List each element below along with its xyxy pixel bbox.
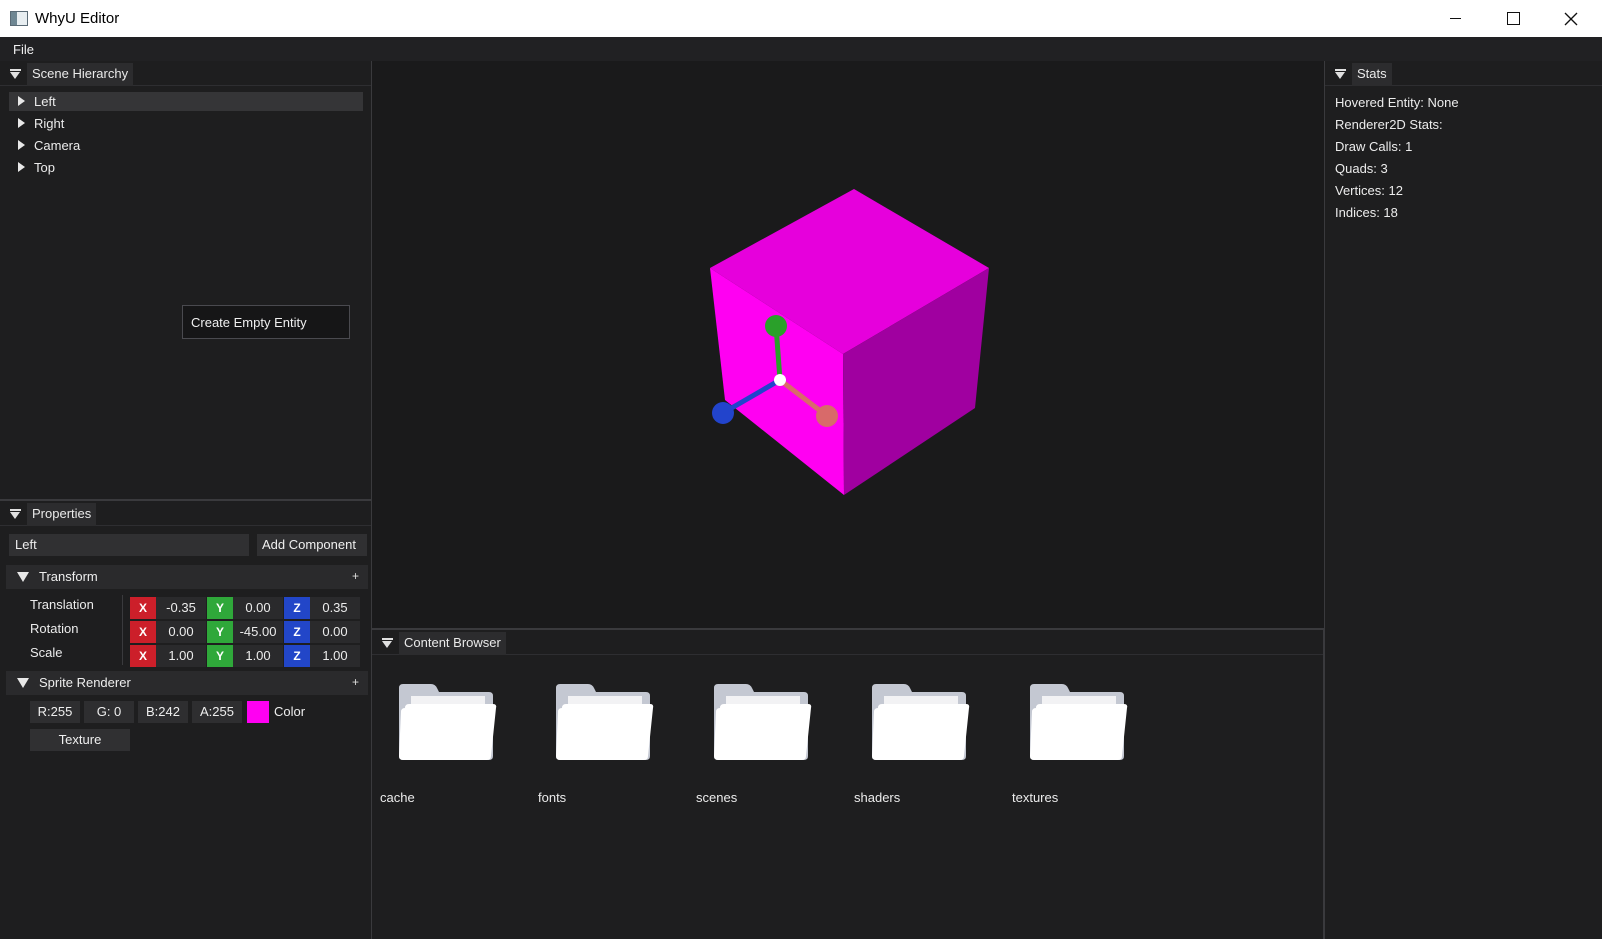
gizmo-y-handle <box>765 315 787 337</box>
sprite-renderer-header[interactable]: Sprite Renderer + <box>6 671 368 695</box>
expand-arrow-icon[interactable] <box>18 96 25 106</box>
menu-file[interactable]: File <box>13 42 34 57</box>
folder-icon <box>714 684 812 760</box>
folder-icon <box>1030 684 1128 760</box>
collapse-icon[interactable] <box>10 69 21 79</box>
minimize-button[interactable] <box>1426 0 1484 37</box>
gizmo-center-handle <box>774 374 786 386</box>
tree-item-camera[interactable]: Camera <box>9 136 363 155</box>
tree-item-top[interactable]: Top <box>9 158 363 177</box>
color-a-field[interactable]: A:255 <box>192 701 242 723</box>
sprite-renderer-settings-button[interactable]: + <box>352 675 359 689</box>
folder-label[interactable]: scenes <box>696 790 737 805</box>
maximize-button[interactable] <box>1484 0 1542 37</box>
color-b-field[interactable]: B:242 <box>138 701 188 723</box>
close-icon <box>1564 12 1578 25</box>
tab-scene-hierarchy[interactable]: Scene Hierarchy <box>27 63 134 86</box>
stat-draw-calls: Draw Calls: 1 <box>1335 139 1413 154</box>
color-g-field[interactable]: G: 0 <box>84 701 134 723</box>
menu-bar: File <box>0 37 1602 61</box>
stat-vertices: Vertices: 12 <box>1335 183 1403 198</box>
close-button[interactable] <box>1542 0 1600 37</box>
folder-label[interactable]: fonts <box>538 790 566 805</box>
tree-item-left[interactable]: Left <box>9 92 363 111</box>
tree-item-label: Right <box>34 116 65 131</box>
folder-icon <box>872 684 970 760</box>
folder-label[interactable]: textures <box>1012 790 1058 805</box>
sprite-renderer-section: Sprite Renderer + R:255 G: 0 B:242 A:255… <box>0 499 372 799</box>
folder-label[interactable]: cache <box>380 790 415 805</box>
stat-indices: Indices: 18 <box>1335 205 1398 220</box>
cube[interactable] <box>710 189 989 495</box>
tree-item-label: Camera <box>34 138 81 153</box>
tree-item-label: Left <box>34 94 56 109</box>
panel-header: Stats <box>1325 61 1602 86</box>
folder-icon <box>556 684 654 760</box>
color-r-field[interactable]: R:255 <box>30 701 80 723</box>
tab-content-browser[interactable]: Content Browser <box>399 632 506 655</box>
viewport-canvas <box>710 189 989 495</box>
tree-item-right[interactable]: Right <box>9 114 363 133</box>
stats-panel: Stats Hovered Entity: None Renderer2D St… <box>1324 61 1602 939</box>
panel-header: Scene Hierarchy <box>0 61 371 86</box>
scene-viewport[interactable] <box>372 61 1324 628</box>
stat-renderer-header: Renderer2D Stats: <box>1335 117 1443 132</box>
expand-arrow-icon[interactable] <box>18 118 25 128</box>
expand-arrow-icon[interactable] <box>18 140 25 150</box>
folder-label[interactable]: shaders <box>854 790 900 805</box>
tree-item-label: Top <box>34 160 55 175</box>
sprite-renderer-title: Sprite Renderer <box>39 675 131 690</box>
collapse-icon[interactable] <box>1335 69 1346 79</box>
tab-stats[interactable]: Stats <box>1352 63 1392 86</box>
texture-button[interactable]: Texture <box>30 729 130 751</box>
collapse-arrow-icon[interactable] <box>17 678 29 688</box>
content-browser-panel: Content Browser cache fonts scenes shade… <box>372 628 1324 939</box>
window-title: WhyU Editor <box>35 10 120 27</box>
panel-header: Content Browser <box>372 630 1323 655</box>
expand-arrow-icon[interactable] <box>18 162 25 172</box>
color-swatch[interactable] <box>247 701 269 723</box>
gizmo-x-handle <box>816 405 838 427</box>
folder-icon <box>399 684 497 760</box>
scene-hierarchy-panel: Scene Hierarchy Left Right Camera Top Cr… <box>0 61 372 499</box>
color-label: Color <box>274 704 306 719</box>
create-empty-entity-menu-item[interactable]: Create Empty Entity <box>191 315 307 330</box>
stat-hovered-entity: Hovered Entity: None <box>1335 95 1459 110</box>
gizmo-z-handle <box>712 402 734 424</box>
stat-quads: Quads: 3 <box>1335 161 1388 176</box>
collapse-icon[interactable] <box>382 638 393 648</box>
app-window-icon <box>10 11 28 26</box>
title-bar: WhyU Editor <box>0 0 1602 37</box>
context-menu: Create Empty Entity <box>182 305 350 339</box>
